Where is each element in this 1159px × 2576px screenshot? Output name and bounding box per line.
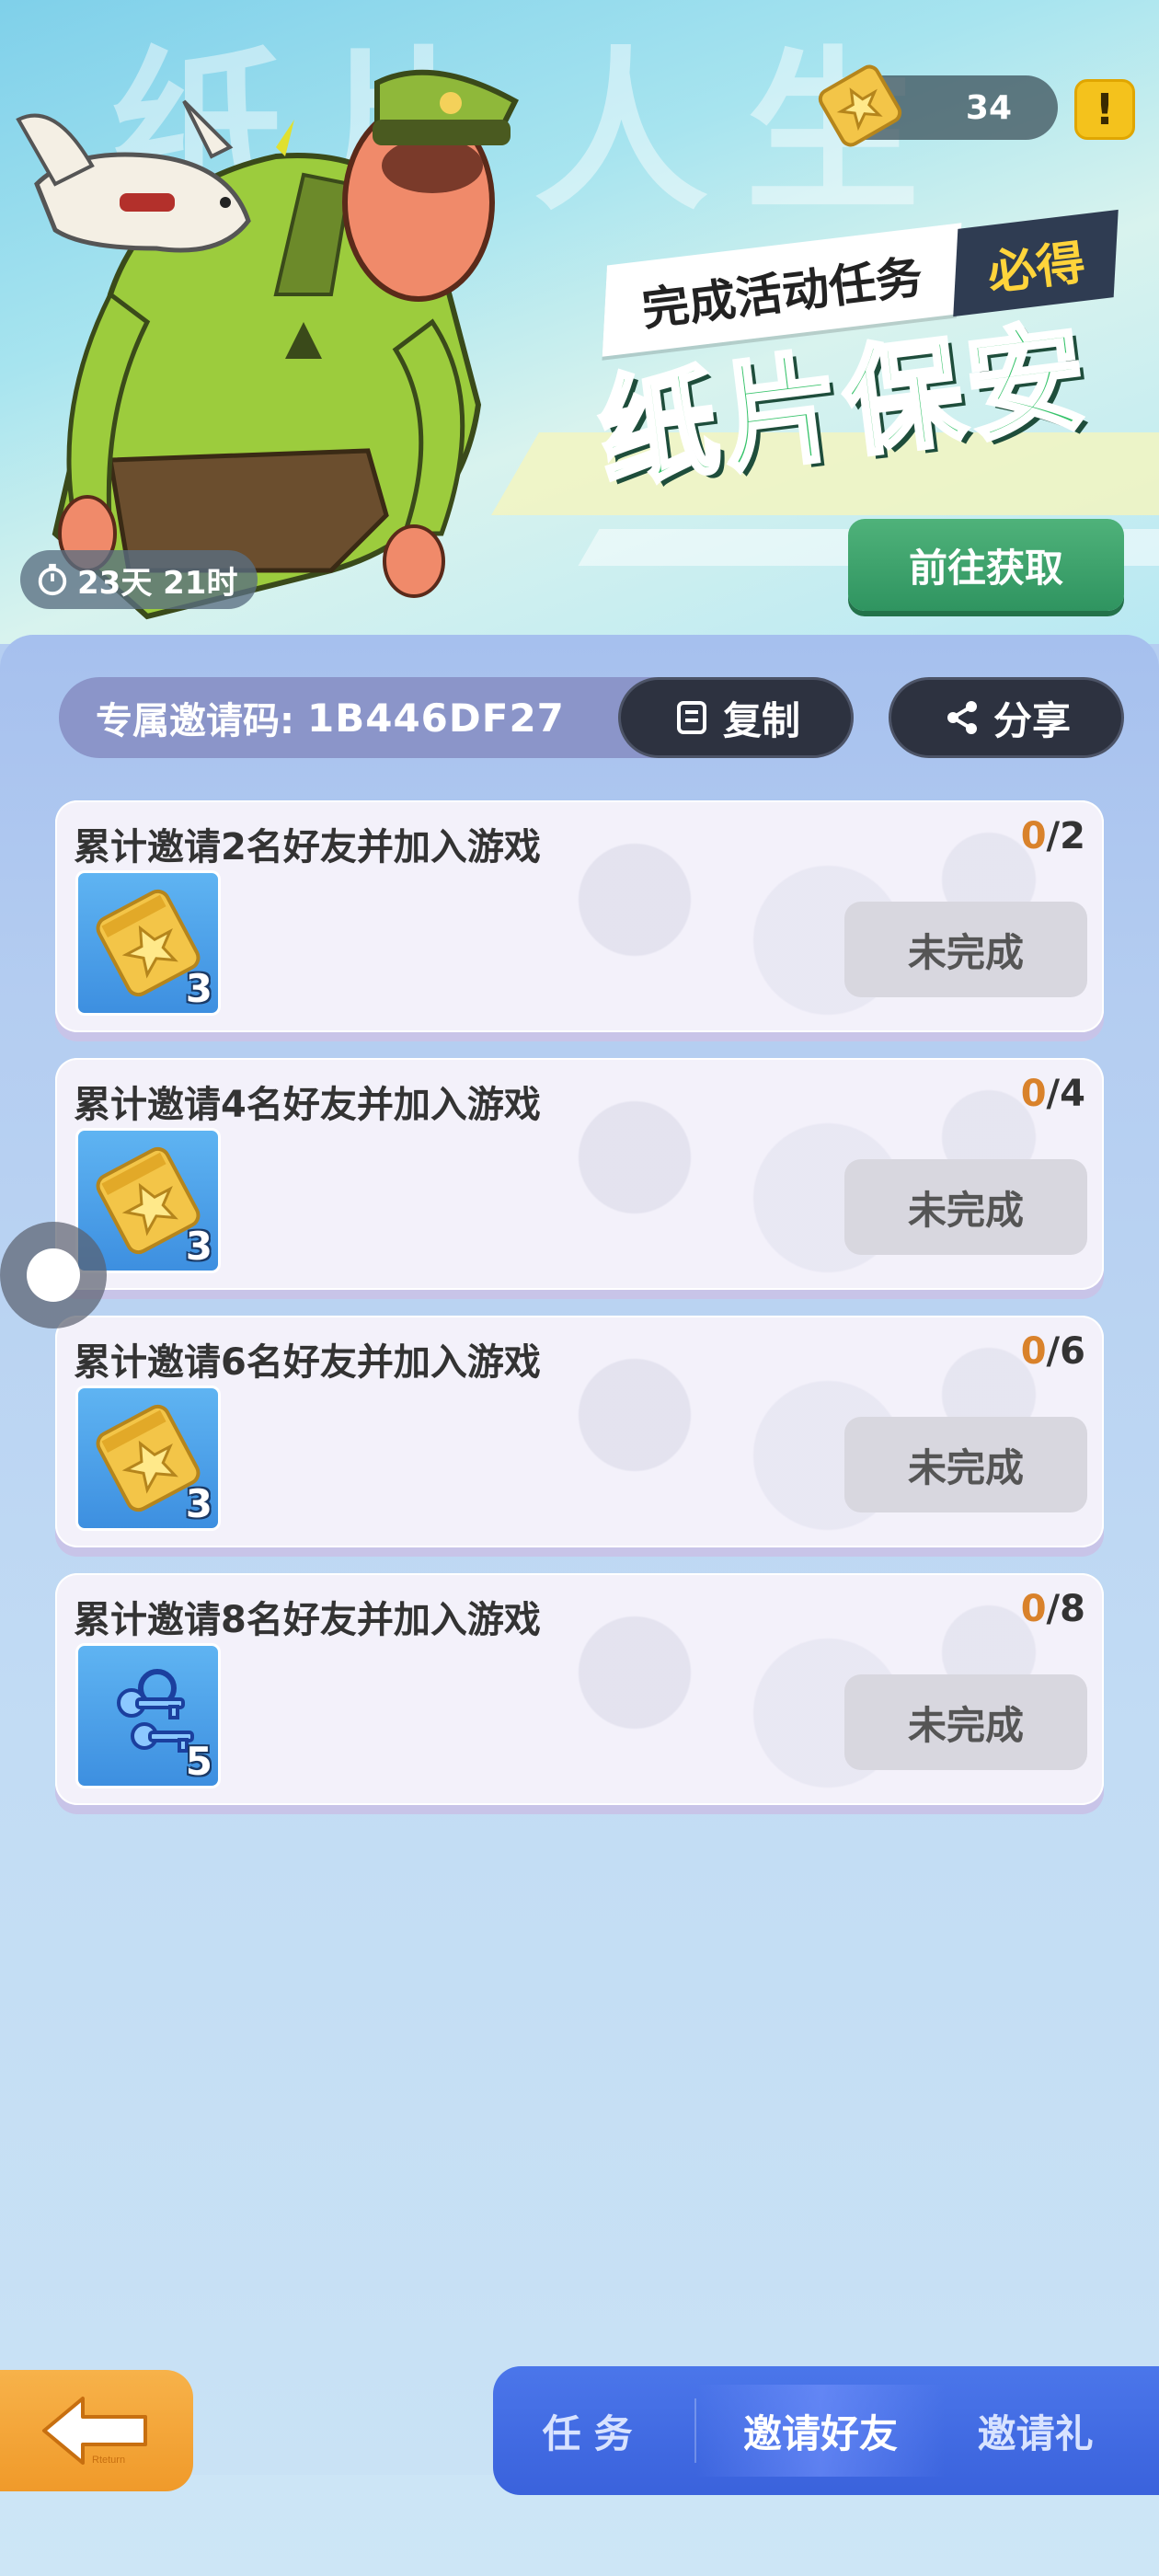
task-progress-current: 0 — [1020, 1330, 1047, 1373]
countdown-text: 23天 21时 — [77, 564, 238, 602]
task-status-button[interactable]: 未完成 — [844, 1674, 1087, 1770]
alert-icon: ! — [1095, 85, 1115, 134]
task-progress: 0/8 — [1021, 1588, 1085, 1630]
task-progress-total: /4 — [1046, 1073, 1085, 1115]
task-progress-total: /8 — [1046, 1588, 1085, 1630]
reward-count: 3 — [185, 1224, 212, 1269]
copy-icon — [676, 701, 706, 734]
task-progress-current: 0 — [1020, 815, 1047, 857]
task-status-button[interactable]: 未完成 — [844, 1159, 1087, 1255]
go-get-button[interactable]: 前往获取 — [848, 519, 1124, 611]
task-title: 累计邀请8名好友并加入游戏 — [74, 1599, 541, 1641]
task-progress-current: 0 — [1020, 1588, 1047, 1630]
back-button[interactable]: Rteturn — [0, 2370, 193, 2491]
task-status-button[interactable]: 未完成 — [844, 1417, 1087, 1512]
reward-tile[interactable]: 5 — [75, 1643, 221, 1788]
share-label: 分享 — [993, 697, 1071, 743]
countdown-badge: 23天 21时 — [20, 550, 258, 609]
task-progress-total: /6 — [1046, 1330, 1085, 1373]
reward-count: 3 — [185, 966, 212, 1011]
task-status-button[interactable]: 未完成 — [844, 902, 1087, 997]
bottom-tab-bar: 任务 邀请好友 邀请礼 — [493, 2366, 1159, 2495]
gold-ticket-icon — [818, 64, 902, 147]
stopwatch-icon — [38, 563, 67, 596]
share-icon — [947, 701, 977, 734]
back-arrow-icon: Rteturn — [42, 2397, 147, 2466]
task-progress-total: /2 — [1046, 815, 1085, 857]
reward-tile[interactable]: 3 — [75, 870, 221, 1016]
tab-invite-gift[interactable]: 邀请礼 — [945, 2385, 1159, 2477]
task-title: 累计邀请2名好友并加入游戏 — [74, 826, 541, 868]
invite-code-value: 1B446DF27 — [307, 695, 565, 741]
copy-button[interactable]: 复制 — [618, 677, 854, 758]
copy-label: 复制 — [722, 697, 800, 743]
handle-dot — [27, 1248, 80, 1302]
back-button-caption: Rteturn — [92, 2455, 125, 2466]
task-card: 累计邀请4名好友并加入游戏 0/4 3 未完成 — [55, 1058, 1104, 1290]
task-progress-current: 0 — [1020, 1073, 1047, 1115]
invite-code-label: 专属邀请码: — [96, 700, 294, 742]
event-banner: 纸片人生 23天 21时 34 ! 完成活动任务 必得 纸片保安 前往获取 — [0, 0, 1159, 644]
task-card: 累计邀请6名好友并加入游戏 0/6 3 未完成 — [55, 1316, 1104, 1547]
share-button[interactable]: 分享 — [889, 677, 1124, 758]
task-progress: 0/6 — [1021, 1330, 1085, 1373]
task-card: 累计邀请8名好友并加入游戏 0/8 5 未完成 — [55, 1573, 1104, 1805]
reward-count: 3 — [185, 1481, 212, 1526]
reward-count: 5 — [185, 1739, 212, 1784]
task-progress: 0/2 — [1021, 815, 1085, 857]
task-progress: 0/4 — [1021, 1073, 1085, 1115]
task-title: 累计邀请6名好友并加入游戏 — [74, 1341, 541, 1384]
task-title: 累计邀请4名好友并加入游戏 — [74, 1084, 541, 1126]
alert-button[interactable]: ! — [1074, 79, 1135, 140]
floating-assistive-handle[interactable] — [0, 1222, 107, 1328]
tab-tasks[interactable]: 任务 — [493, 2385, 694, 2477]
tab-invite-friends[interactable]: 邀请好友 — [696, 2385, 945, 2477]
ticket-count: 34 — [965, 88, 1012, 127]
task-card: 累计邀请2名好友并加入游戏 0/2 3 未完成 — [55, 800, 1104, 1032]
reward-tile[interactable]: 3 — [75, 1386, 221, 1531]
